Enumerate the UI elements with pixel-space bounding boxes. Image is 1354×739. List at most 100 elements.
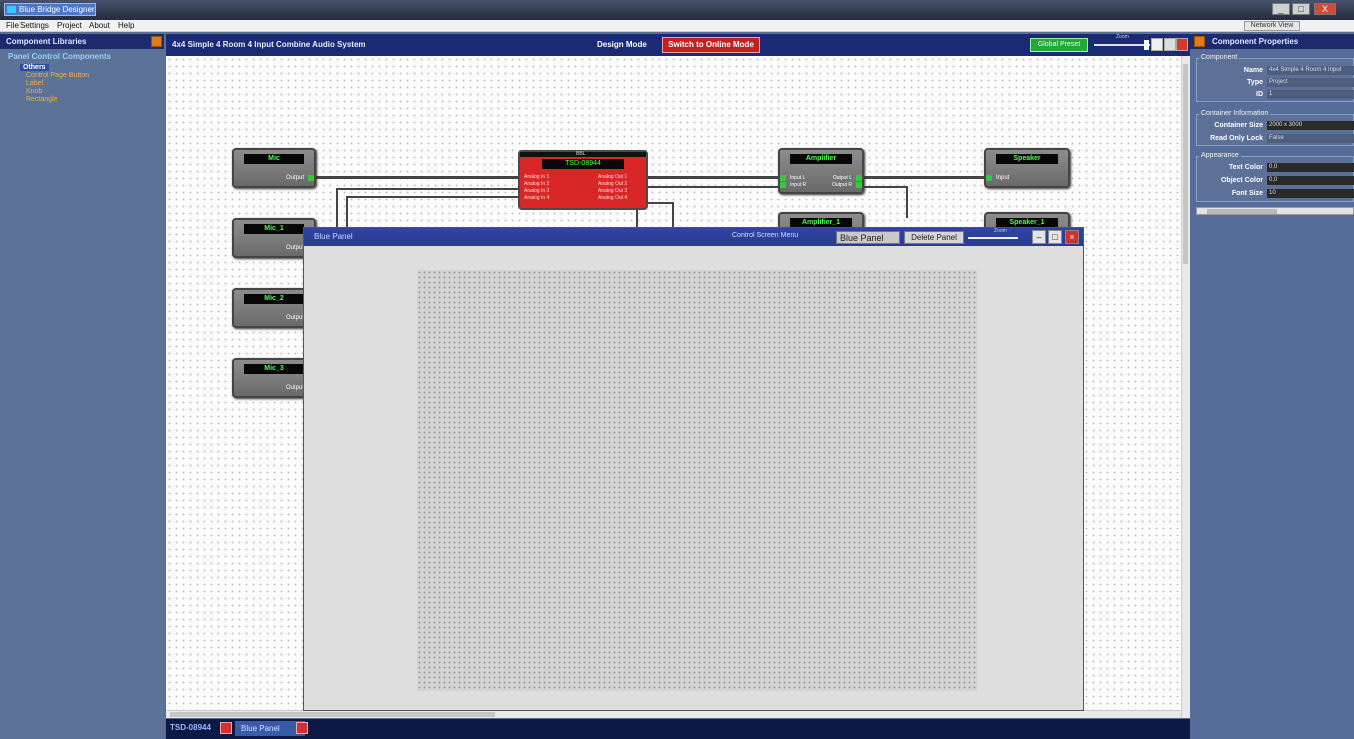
blue-panel-design-grid[interactable] [417,270,977,691]
mic-3-label: Mic_3 [244,364,304,374]
amplifier-input-r[interactable]: Input R [780,181,806,189]
tab-tsd-label[interactable]: TSD-08944 [170,723,211,732]
appearance-group-title: Appearance [1199,152,1241,159]
blue-panel-close-icon[interactable]: × [1065,230,1079,244]
tab-blue-panel[interactable]: Blue Panel [235,721,305,736]
blue-panel-title: Blue Panel [314,232,353,241]
blue-panel-maximize-icon[interactable]: □ [1048,230,1062,244]
expand-icon[interactable] [1194,36,1205,47]
tsd-output-3[interactable]: Analog Out 3 [598,188,627,194]
wire [646,176,781,179]
tsd-input-4[interactable]: Analog In 4 [524,195,549,201]
maximize-button[interactable]: □ [1292,3,1310,15]
library-group-panel-control[interactable]: Panel Control Components [8,52,164,61]
zoom-label: Zoom [1116,34,1129,40]
library-tree: Panel Control Components Others Control … [0,49,164,104]
canvas-vertical-thumb[interactable] [1183,64,1188,264]
speaker-component[interactable]: Speaker Input [984,148,1070,188]
container-size-label: Container Size [1214,122,1263,129]
library-item-control-page-button[interactable]: Control Page Button [26,72,164,80]
font-size-value[interactable]: 10 [1267,189,1354,198]
prop-row-text-color: Text Color 0,0 [1197,162,1354,173]
wire [906,186,908,218]
panel-name-field[interactable]: Blue Panel [836,231,900,244]
menu-about[interactable]: About [89,21,110,30]
blue-panel-zoom-label: Zoom [994,228,1007,234]
library-item-rectangle[interactable]: Rectangle [26,96,164,104]
tsd-component[interactable]: BBL TSD-08944 Analog In 1 Analog In 2 An… [518,150,648,210]
tsd-output-2[interactable]: Analog Out 2 [598,181,627,187]
menu-help[interactable]: Help [118,21,134,30]
app-title: Blue Bridge Designer [19,5,95,14]
project-title: 4x4 Simple 4 Room 4 Input Combine Audio … [172,40,366,49]
collapse-icon[interactable] [151,36,162,47]
wire [672,202,674,228]
mic-output-port[interactable]: Output [286,174,315,182]
prop-row-type: Type Project [1197,77,1354,88]
delete-panel-button[interactable]: Delete Panel [904,231,964,244]
libraries-header: Component Libraries [0,34,164,49]
blue-panel-header[interactable]: Blue Panel Control Screen Menu Blue Pane… [304,228,1083,246]
library-item-label[interactable]: Label [26,80,164,88]
minimize-button[interactable]: _ [1272,3,1290,15]
close-button[interactable]: X [1314,3,1336,15]
library-item-knob[interactable]: Knob [26,88,164,96]
speaker-input-port[interactable]: Input [986,174,1009,182]
tab-blue-panel-close-icon[interactable] [296,722,308,734]
mic-1-label: Mic_1 [244,224,304,234]
type-value[interactable]: Project [1267,78,1354,87]
design-mode-label: Design Mode [597,40,647,49]
blue-panel-zoom-slider[interactable] [968,237,1018,239]
id-value[interactable]: 1 [1267,90,1354,99]
tsd-output-4[interactable]: Analog Out 4 [598,195,627,201]
zoom-thumb[interactable] [1144,40,1149,50]
object-color-value[interactable]: 0,0 [1267,176,1354,185]
wire [312,176,520,179]
amplifier-component[interactable]: Amplifier Input L Input R Output L Outpu… [778,148,864,194]
menu-project[interactable]: Project [57,21,82,30]
design-header: 4x4 Simple 4 Room 4 Input Combine Audio … [166,34,1190,56]
amplifier-label: Amplifier [790,154,852,164]
tsd-input-1[interactable]: Analog In 1 [524,174,549,180]
tsd-input-3[interactable]: Analog In 3 [524,188,549,194]
switch-online-button[interactable]: Switch to Online Mode [662,37,760,53]
name-value[interactable]: 4x4 Simple 4 Room 4 Input [1267,66,1354,75]
canvas-horizontal-thumb[interactable] [170,712,495,717]
close-design-icon[interactable] [1176,38,1188,51]
menu-settings[interactable]: Settings [20,21,49,30]
prop-row-object-color: Object Color 0,0 [1197,175,1354,186]
container-information-group: Container Information Container Size 200… [1196,110,1354,146]
canvas-horizontal-scrollbar[interactable] [166,710,1181,718]
font-size-label: Font Size [1231,190,1263,197]
library-item-others[interactable]: Others [20,64,49,71]
canvas-vertical-scrollbar[interactable] [1181,56,1190,718]
mic-label: Mic [244,154,304,164]
container-size-value[interactable]: 2000 x 3000 [1267,121,1354,130]
amplifier-output-r[interactable]: Output R [832,181,863,189]
app-title-tab[interactable]: Blue Bridge Designer [4,3,96,16]
save-icon[interactable] [1151,38,1163,51]
read-only-value[interactable]: False [1267,134,1354,143]
menu-file[interactable]: File [6,21,19,30]
disk-icon[interactable] [1164,38,1176,51]
tsd-output-1[interactable]: Analog Out 1 [598,174,627,180]
wire [336,188,338,228]
zoom-slider[interactable] [1094,40,1150,50]
type-label: Type [1247,79,1263,86]
component-libraries-panel: Component Libraries Panel Control Compon… [0,34,164,739]
blue-panel-minimize-icon[interactable]: – [1032,230,1046,244]
id-label: ID [1256,91,1263,98]
tab-blue-panel-label: Blue Panel [241,724,280,733]
tab-tsd-close-icon[interactable] [220,722,232,734]
blue-panel-window[interactable]: Blue Panel Control Screen Menu Blue Pane… [303,227,1084,711]
properties-horizontal-scrollbar[interactable] [1196,207,1354,215]
wire [862,176,986,179]
tsd-input-2[interactable]: Analog In 2 [524,181,549,187]
global-preset-button[interactable]: Global Preset [1030,38,1088,52]
wire [646,202,674,204]
network-view-button[interactable]: Network View [1244,21,1300,31]
text-color-value[interactable]: 0,0 [1267,163,1354,172]
properties-horizontal-thumb[interactable] [1207,209,1277,214]
mic-component[interactable]: Mic Output [232,148,316,188]
control-screen-menu-label: Control Screen Menu [732,232,799,239]
